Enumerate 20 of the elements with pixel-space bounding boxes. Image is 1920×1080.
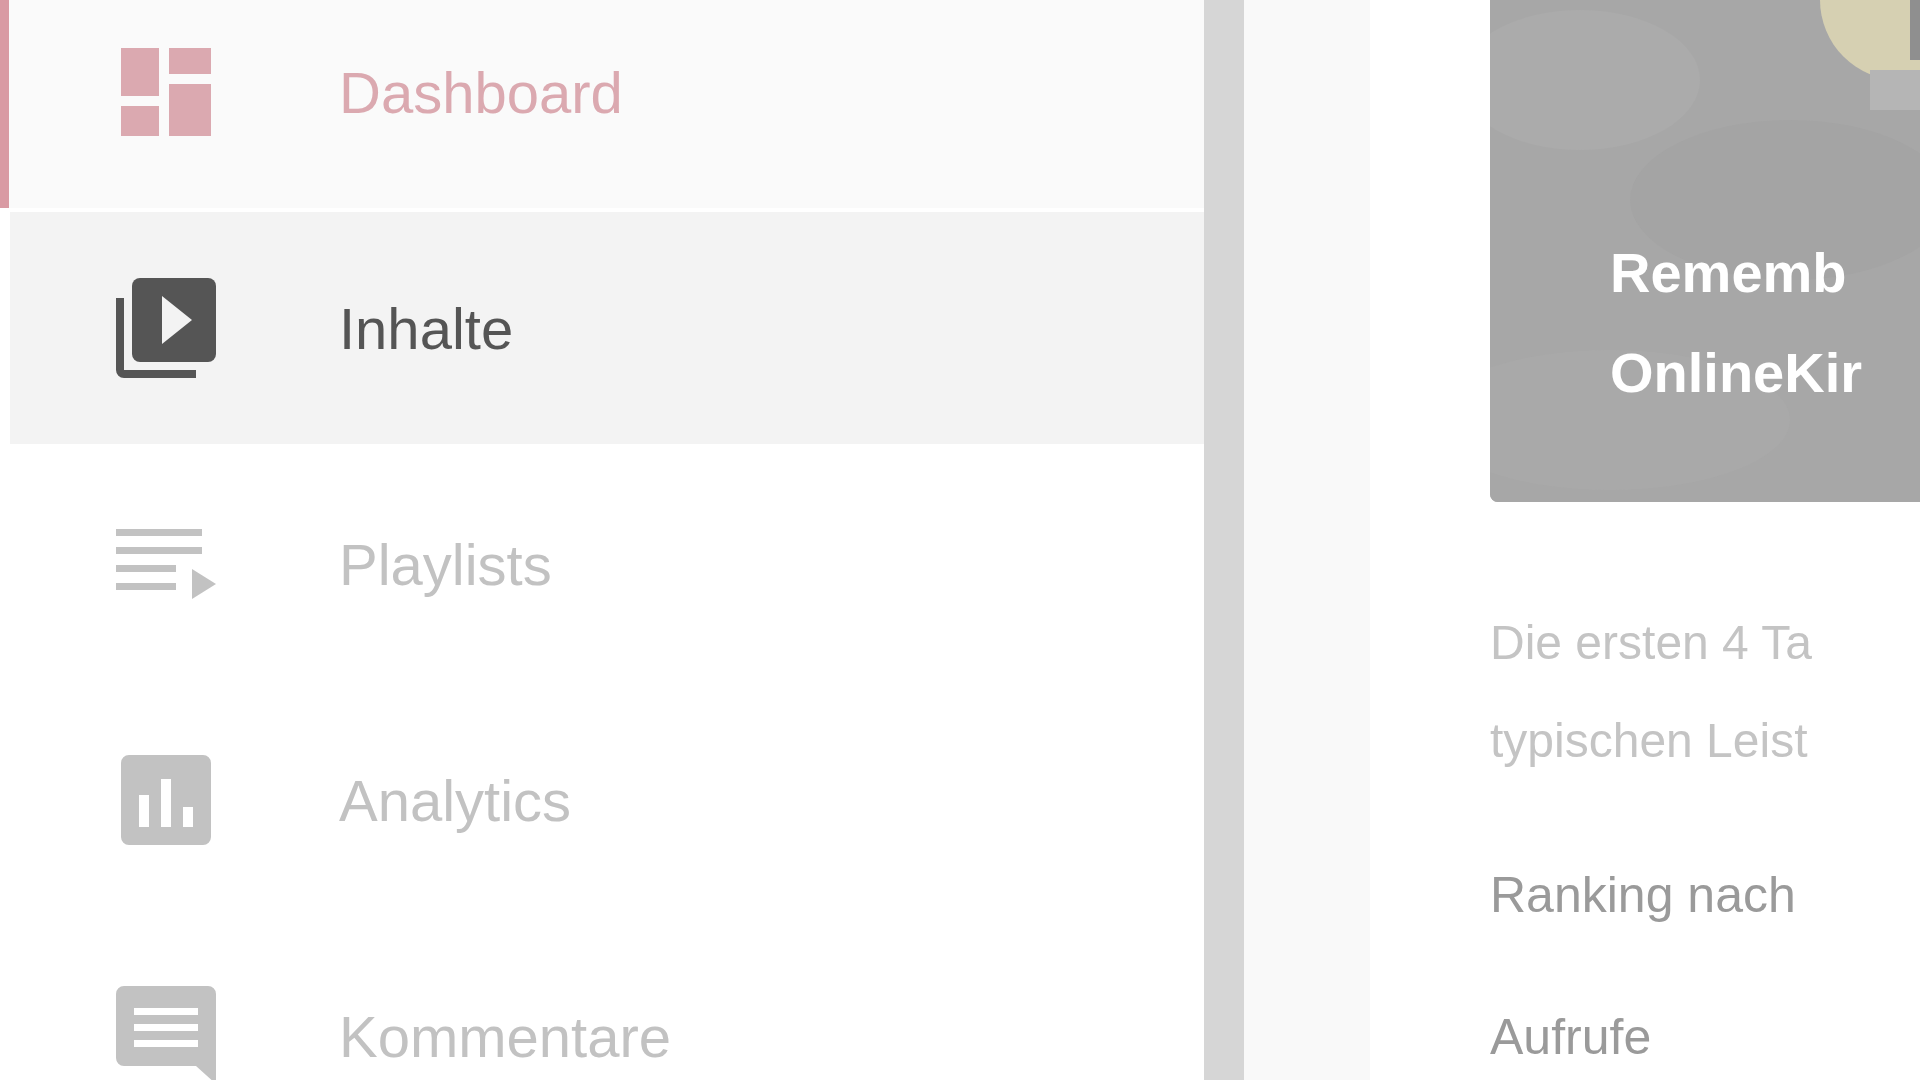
sidebar-item[interactable]: Inhalte xyxy=(10,212,1204,444)
comment-icon xyxy=(116,986,216,1080)
description-text: typischen Leist xyxy=(1490,713,1809,769)
description-text: Die ersten 4 Ta xyxy=(1490,615,1813,671)
metric-label: Aufrufe xyxy=(1490,1008,1653,1066)
ranking-label: Ranking nach xyxy=(1490,866,1797,924)
playlist-icon xyxy=(116,529,216,599)
video-library-icon xyxy=(116,278,216,378)
video-title: Rememb xyxy=(1610,242,1848,304)
sidebar-label: Dashboard xyxy=(339,58,623,127)
scrollbar[interactable] xyxy=(1204,0,1244,1080)
sidebar-item[interactable]: Dashboard xyxy=(0,0,1204,208)
video-thumbnail[interactable]: Rememb OnlineKir xyxy=(1490,0,1920,502)
sidebar-label: Inhalte xyxy=(339,294,514,363)
sidebar-label: Playlists xyxy=(339,530,552,599)
bar-chart-icon xyxy=(121,755,211,845)
sidebar-label: Kommentare xyxy=(339,1002,672,1071)
sidebar-label: Analytics xyxy=(339,766,572,835)
video-title: OnlineKir xyxy=(1610,342,1864,404)
dashboard-icon xyxy=(121,48,211,136)
